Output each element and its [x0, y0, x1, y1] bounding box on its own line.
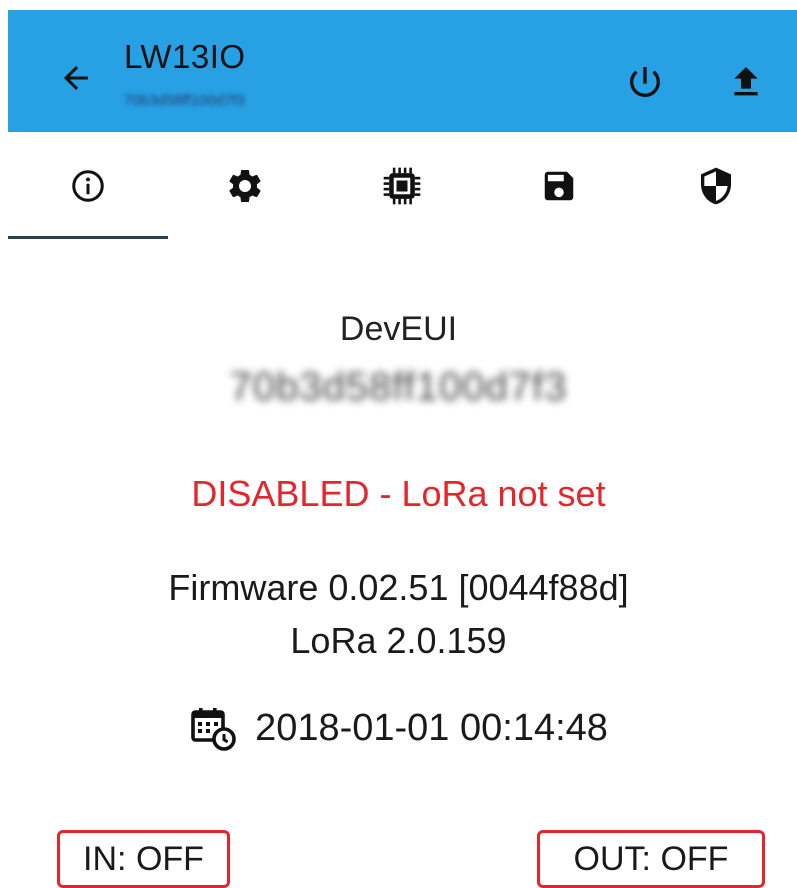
firmware-version: Firmware 0.02.51 [0044f88d] [168, 567, 629, 608]
shield-icon [701, 167, 731, 205]
chip-icon [383, 167, 421, 205]
tab-security[interactable] [636, 132, 796, 240]
tab-settings[interactable] [165, 132, 325, 240]
gear-icon [229, 169, 261, 202]
output-status: OUT: OFF [537, 830, 765, 888]
app-bar: LW13IO 70b3d58ff100d7f3 [8, 10, 797, 132]
upload-icon [734, 67, 758, 96]
tab-hardware[interactable] [322, 132, 482, 240]
save-icon [544, 171, 574, 201]
device-datetime-row: 2018-01-01 00:14:48 [0, 703, 797, 753]
active-tab-indicator [8, 236, 168, 239]
status-text: DISABLED - LoRa not set [191, 473, 606, 514]
arrow-left-icon [64, 66, 88, 90]
tab-info[interactable] [8, 132, 168, 240]
tab-bar [8, 132, 797, 242]
tab-storage[interactable] [479, 132, 639, 240]
deveui-label: DevEUI [339, 310, 458, 348]
upload-button[interactable] [724, 60, 768, 104]
input-status: IN: OFF [57, 830, 230, 888]
device-title: LW13IO [124, 38, 246, 75]
lora-version: LoRa 2.0.159 [290, 620, 507, 661]
deveui-value: 70b3d58ff100d7f3 [229, 365, 568, 409]
device-datetime: 2018-01-01 00:14:48 [255, 706, 608, 749]
back-button[interactable] [56, 58, 96, 98]
power-icon [630, 67, 660, 97]
power-button[interactable] [623, 60, 667, 104]
device-subtitle: 70b3d58ff100d7f3 [124, 92, 245, 109]
info-icon [72, 170, 104, 202]
calendar-clock-icon [191, 708, 236, 751]
